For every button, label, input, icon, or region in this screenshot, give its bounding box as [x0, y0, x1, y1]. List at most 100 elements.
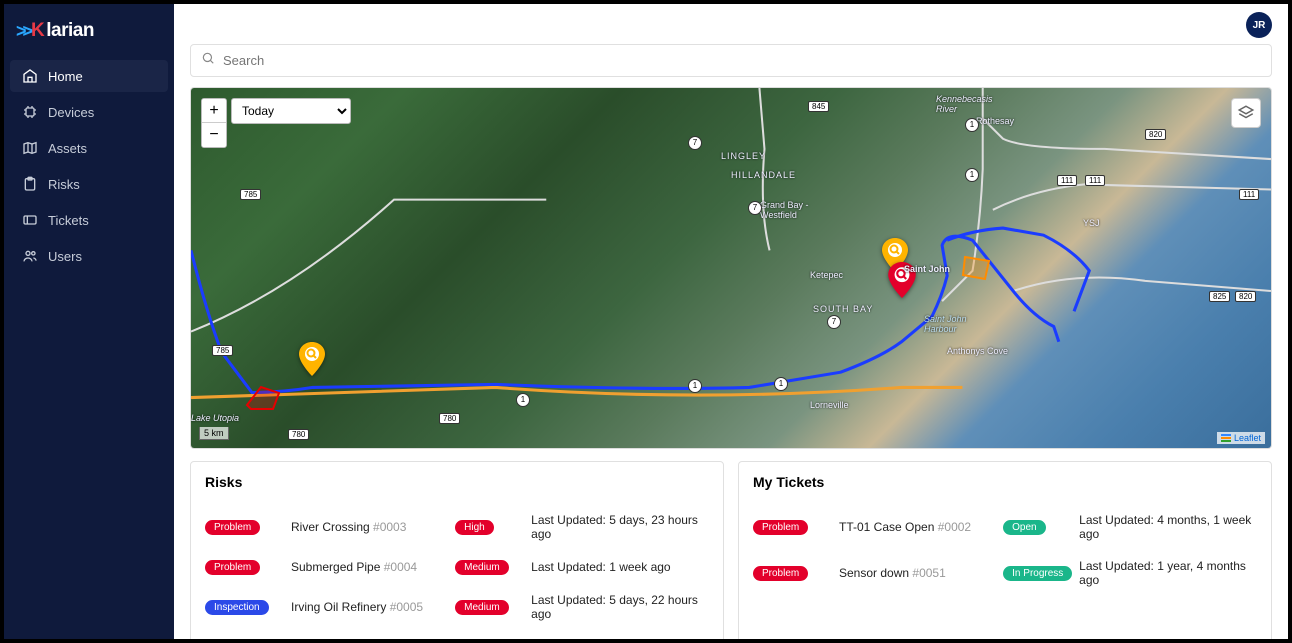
- ticket-status-badge: In Progress: [1003, 566, 1072, 581]
- sidebar-item-devices[interactable]: Devices: [10, 96, 168, 128]
- ticket-type-badge: Problem: [753, 566, 808, 581]
- main-content: JR: [174, 4, 1288, 639]
- risk-severity-badge: Medium: [455, 600, 509, 615]
- route-shield: 1: [688, 379, 702, 393]
- route-shield: 1: [965, 118, 979, 132]
- risk-type-badge: Inspection: [205, 600, 269, 615]
- risk-severity-badge: Medium: [455, 560, 509, 575]
- tickets-card: My Tickets Problem TT-01 Case Open #0002O…: [738, 461, 1272, 639]
- place-label: Ketepec: [810, 270, 843, 280]
- place-label: Anthonys Cove: [947, 346, 1008, 356]
- clipboard-icon: [22, 176, 38, 192]
- place-label: Rothesay: [976, 116, 1014, 126]
- risk-row[interactable]: Problem River Crossing #0003High Last Upda…: [205, 504, 709, 550]
- zoom-in-button[interactable]: +: [202, 99, 226, 123]
- chip-icon: [22, 104, 38, 120]
- sidebar: >>Klarian Home Devices Assets Risks Tick…: [4, 4, 174, 639]
- sidebar-item-users[interactable]: Users: [10, 240, 168, 272]
- logo-chevrons-icon: >>: [16, 21, 29, 42]
- avatar[interactable]: JR: [1246, 12, 1272, 38]
- route-shield: 7: [748, 201, 762, 215]
- route-shield: 1: [774, 377, 788, 391]
- risk-updated: Last Updated: 1 week ago: [531, 560, 709, 574]
- card-title: Risks: [205, 474, 709, 490]
- route-shield: 111: [1085, 175, 1105, 186]
- ticket-title: TT-01 Case Open #0002: [839, 520, 1003, 534]
- card-title: My Tickets: [753, 474, 1257, 490]
- place-label: Lake Utopia: [191, 413, 239, 423]
- map-attribution[interactable]: Leaflet: [1217, 432, 1265, 444]
- users-icon: [22, 248, 38, 264]
- ticket-title: Sensor down #0051: [839, 566, 1003, 580]
- sidebar-item-label: Tickets: [48, 213, 89, 228]
- time-filter[interactable]: Today: [231, 98, 351, 124]
- place-label: YSJ: [1083, 218, 1100, 228]
- route-shield: 845: [808, 101, 829, 112]
- ticket-type-badge: Problem: [753, 520, 808, 535]
- risk-zone-orange[interactable]: [959, 253, 993, 288]
- map-scale: 5 km: [199, 427, 229, 440]
- risk-row[interactable]: InspectionErosion Risk #0007LowLast Upda…: [205, 630, 709, 639]
- sidebar-item-label: Users: [48, 249, 82, 264]
- sidebar-item-label: Devices: [48, 105, 94, 120]
- sidebar-item-label: Risks: [48, 177, 80, 192]
- risk-updated: Last Updated: 5 days, 22 hours ago: [531, 593, 709, 621]
- time-filter-select[interactable]: Today: [231, 98, 351, 124]
- route-shield: 780: [439, 413, 460, 424]
- route-shield: 1: [965, 168, 979, 182]
- place-label: Kennebecasis River: [936, 94, 993, 114]
- ticket-updated: Last Updated: 1 year, 4 months ago: [1079, 559, 1257, 587]
- ticket-updated: Last Updated: 4 months, 1 week ago: [1079, 513, 1257, 541]
- risk-type-badge: Problem: [205, 520, 260, 535]
- home-icon: [22, 68, 38, 84]
- route-shield: 825: [1209, 291, 1230, 302]
- place-label: Saint John Harbour: [924, 314, 967, 334]
- route-shield: 111: [1239, 189, 1259, 200]
- ticket-icon: [22, 212, 38, 228]
- search-input-wrap[interactable]: [190, 44, 1272, 77]
- search-icon: [201, 51, 215, 70]
- risk-title: Irving Oil Refinery #0005: [291, 600, 455, 614]
- risk-title: River Crossing #0003: [291, 520, 455, 534]
- risk-severity-badge: High: [455, 520, 494, 535]
- route-shield: 785: [212, 345, 233, 356]
- map[interactable]: Rothesay Kennebecasis River LINGLEY HILL…: [190, 87, 1272, 449]
- route-shield: 820: [1145, 129, 1166, 140]
- zoom-control: + −: [201, 98, 227, 148]
- layers-button[interactable]: [1231, 98, 1261, 128]
- route-shield: 820: [1235, 291, 1256, 302]
- sidebar-item-label: Home: [48, 69, 83, 84]
- search-input[interactable]: [223, 53, 1261, 68]
- risk-type-badge: Problem: [205, 560, 260, 575]
- risks-card: Risks Problem River Crossing #0003High Las…: [190, 461, 724, 639]
- route-shield: 7: [688, 136, 702, 150]
- place-label: Saint John: [904, 264, 950, 274]
- risk-updated: Last Updated: 5 days, 23 hours ago: [531, 513, 709, 541]
- place-label: HILLANDALE: [731, 170, 796, 180]
- route-shield: 780: [288, 429, 309, 440]
- sidebar-item-tickets[interactable]: Tickets: [10, 204, 168, 236]
- sidebar-item-risks[interactable]: Risks: [10, 168, 168, 200]
- risk-zone-red[interactable]: [243, 383, 283, 416]
- sidebar-item-label: Assets: [48, 141, 87, 156]
- sidebar-item-assets[interactable]: Assets: [10, 132, 168, 164]
- risk-title: Submerged Pipe #0004: [291, 560, 455, 574]
- zoom-out-button[interactable]: −: [202, 123, 226, 147]
- route-shield: 7: [827, 315, 841, 329]
- place-label: LINGLEY: [721, 151, 766, 161]
- place-label: Lorneville: [810, 400, 849, 410]
- place-label: Grand Bay - Westfield: [760, 200, 809, 220]
- ticket-row[interactable]: Problem Sensor down #0051In Progress Last …: [753, 550, 1257, 596]
- ticket-row[interactable]: Problem TT-01 Case Open #0002Open Last Upd…: [753, 504, 1257, 550]
- route-shield: 1: [516, 393, 530, 407]
- route-shield: 785: [240, 189, 261, 200]
- leaflet-icon: [1221, 434, 1231, 442]
- route-shield: 111: [1057, 175, 1077, 186]
- map-marker-inspection-yellow[interactable]: [299, 342, 325, 376]
- sidebar-item-home[interactable]: Home: [10, 60, 168, 92]
- map-icon: [22, 140, 38, 156]
- brand-logo: >>Klarian: [4, 14, 174, 58]
- risk-row[interactable]: Problem Submerged Pipe #0004Medium Last Up…: [205, 550, 709, 584]
- risk-row[interactable]: Inspection Irving Oil Refinery #0005Mediu…: [205, 584, 709, 630]
- ticket-status-badge: Open: [1003, 520, 1045, 535]
